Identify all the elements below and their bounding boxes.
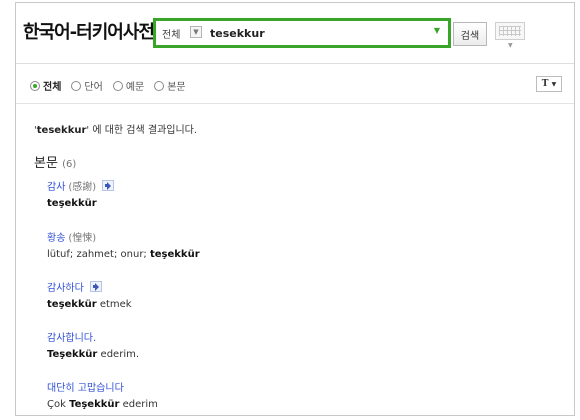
search-summary: 'tesekkur' 에 대한 검색 결과입니다. bbox=[34, 121, 197, 136]
font-size-chevron-down-icon: ▼ bbox=[551, 81, 557, 88]
filter-label: 본문 bbox=[167, 82, 186, 93]
result-item: 감사합니다. Teşekkür ederim. bbox=[47, 329, 547, 360]
translation-after: ederim bbox=[119, 399, 158, 410]
section-title: 본문 bbox=[34, 156, 58, 171]
speaker-icon[interactable] bbox=[89, 281, 102, 292]
entry-word-link[interactable]: 감사 bbox=[47, 178, 65, 193]
summary-term: tesekkur bbox=[36, 125, 87, 136]
query-chevron-down-icon[interactable]: ▼ bbox=[434, 26, 440, 35]
search-button[interactable]: 검색 bbox=[453, 22, 487, 46]
result-item: 감사 (感謝) teşekkür bbox=[47, 178, 547, 209]
result-item: 대단히 고맙습니다 Çok Teşekkür ederim bbox=[47, 379, 547, 410]
filter-label: 전체 bbox=[43, 82, 62, 93]
translation-before: lütuf; zahmet; onur; bbox=[47, 249, 150, 260]
entry-word-link[interactable]: 대단히 고맙습니다 bbox=[47, 379, 124, 394]
entry-headline: 대단히 고맙습니다 bbox=[47, 379, 547, 394]
radio-icon[interactable] bbox=[71, 80, 82, 91]
radio-icon[interactable] bbox=[112, 80, 123, 91]
section-count: (6) bbox=[62, 159, 77, 170]
search-box[interactable]: 전체 ▼ ▼ bbox=[153, 18, 451, 48]
filter-label: 단어 bbox=[84, 82, 103, 93]
filter-example[interactable]: 예문 bbox=[112, 78, 145, 93]
translation-after: ederim. bbox=[97, 349, 140, 360]
entry-hanja: (惶悚) bbox=[68, 233, 97, 244]
entry-headline: 황송 (惶悚) bbox=[47, 229, 547, 244]
header: 한국어-터키어사전 전체 ▼ ▼ 검색 ▼ bbox=[16, 3, 574, 64]
dictionary-title: 한국어-터키어사전 bbox=[23, 22, 155, 43]
entry-headline: 감사 (感謝) bbox=[47, 178, 547, 193]
section-heading: 본문 (6) bbox=[34, 152, 76, 171]
entry-translation: lütuf; zahmet; onur; teşekkür bbox=[47, 249, 547, 260]
entry-translation: Teşekkür ederim. bbox=[47, 349, 547, 360]
filter-body[interactable]: 본문 bbox=[154, 78, 186, 93]
keyboard-keys bbox=[499, 26, 521, 36]
filter-bar: 전체 단어 예문 본문 T ▼ bbox=[16, 64, 574, 104]
result-item: 감사하다 teşekkür etmek bbox=[47, 279, 547, 310]
entry-headline: 감사합니다. bbox=[47, 329, 547, 344]
translation-after: etmek bbox=[96, 299, 132, 310]
entry-word-link[interactable]: 감사하다 bbox=[47, 279, 84, 294]
radio-icon[interactable] bbox=[30, 80, 40, 91]
translation-before: Çok bbox=[47, 399, 70, 410]
entry-word-link[interactable]: 황송 bbox=[47, 229, 65, 244]
search-scope-label[interactable]: 전체 bbox=[162, 26, 180, 41]
translation-highlight: teşekkür bbox=[149, 249, 200, 260]
translation-highlight: teşekkür bbox=[47, 198, 97, 209]
dictionary-window: 한국어-터키어사전 전체 ▼ ▼ 검색 ▼ 전체 단어 예문 bbox=[15, 2, 575, 416]
result-item: 황송 (惶悚) lütuf; zahmet; onur; teşekkür bbox=[47, 229, 547, 260]
speaker-icon[interactable] bbox=[102, 180, 115, 191]
entry-word-link[interactable]: 감사합니다. bbox=[47, 329, 96, 344]
entry-headline: 감사하다 bbox=[47, 279, 547, 294]
translation-highlight: teşekkür bbox=[47, 299, 97, 310]
filter-word[interactable]: 단어 bbox=[71, 78, 103, 93]
entry-translation: teşekkür etmek bbox=[47, 299, 547, 310]
translation-highlight: Teşekkür bbox=[47, 349, 98, 360]
entry-translation: Çok Teşekkür ederim bbox=[47, 399, 547, 410]
entry-hanja: (感謝) bbox=[68, 182, 97, 193]
scope-chevron-down-icon[interactable]: ▼ bbox=[190, 26, 202, 38]
summary-text: 에 대한 검색 결과입니다. bbox=[89, 125, 198, 136]
font-size-label: T bbox=[541, 79, 549, 89]
font-size-button[interactable]: T ▼ bbox=[536, 76, 562, 92]
radio-icon[interactable] bbox=[154, 80, 165, 91]
filter-all[interactable]: 전체 bbox=[30, 78, 61, 93]
keyboard-chevron-down-icon[interactable]: ▼ bbox=[508, 42, 513, 49]
translation-highlight: Teşekkür bbox=[69, 399, 120, 410]
entry-translation: teşekkür bbox=[47, 198, 547, 209]
keyboard-icon[interactable] bbox=[495, 22, 525, 40]
filter-label: 예문 bbox=[125, 82, 145, 93]
filter-group: 전체 단어 예문 본문 bbox=[30, 78, 186, 93]
search-input[interactable] bbox=[210, 24, 420, 42]
